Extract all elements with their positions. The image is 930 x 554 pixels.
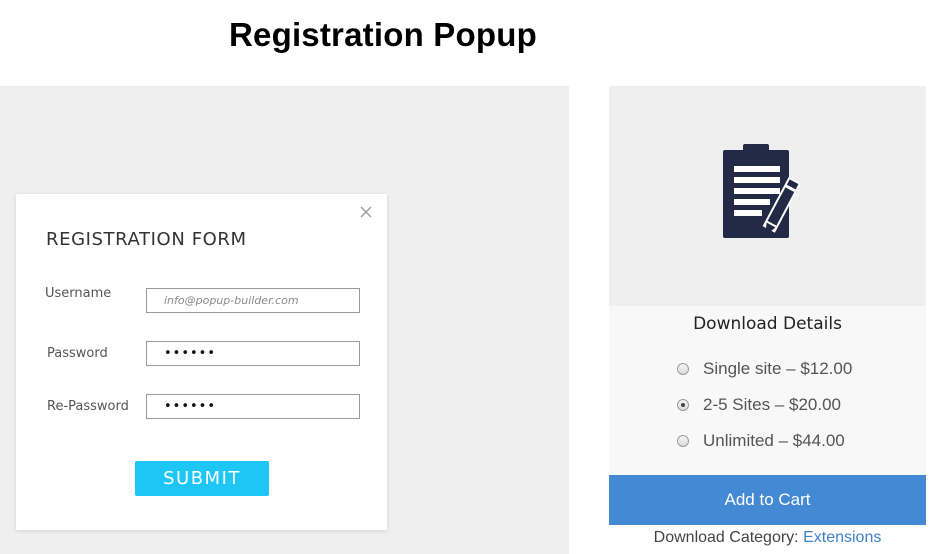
password-input[interactable]: •••••• xyxy=(146,341,360,366)
price-option-label: Unlimited – $44.00 xyxy=(703,431,845,450)
price-option-single-site[interactable]: Single site – $12.00 xyxy=(677,358,852,380)
form-heading: REGISTRATION FORM xyxy=(46,229,247,250)
download-category-label: Download Category: xyxy=(653,529,799,546)
radio-button[interactable] xyxy=(677,363,689,375)
price-option-label: Single site – $12.00 xyxy=(703,359,853,378)
username-placeholder: info@popup-builder.com xyxy=(164,294,299,307)
category-link-extensions[interactable]: Extensions xyxy=(803,529,881,546)
clipboard-pencil-icon xyxy=(723,144,802,238)
repassword-label: Re-Password xyxy=(47,399,129,414)
radio-button-selected[interactable] xyxy=(677,399,689,411)
price-option-2-5-sites[interactable]: 2-5 Sites – $20.00 xyxy=(677,394,841,416)
add-to-cart-button[interactable]: Add to Cart xyxy=(609,475,926,525)
password-label: Password xyxy=(47,346,108,361)
submit-button[interactable]: SUBMIT xyxy=(135,461,269,496)
repassword-input[interactable]: •••••• xyxy=(146,394,360,419)
password-value: •••••• xyxy=(164,346,217,361)
repassword-value: •••••• xyxy=(164,399,217,414)
username-input[interactable]: info@popup-builder.com xyxy=(146,288,360,313)
price-option-unlimited[interactable]: Unlimited – $44.00 xyxy=(677,430,845,452)
close-icon[interactable] xyxy=(359,205,373,219)
page-title: Registration Popup xyxy=(229,16,537,53)
download-details-title: Download Details xyxy=(693,314,842,334)
radio-button[interactable] xyxy=(677,435,689,447)
username-label: Username xyxy=(45,286,112,301)
price-option-label: 2-5 Sites – $20.00 xyxy=(703,395,841,414)
download-category: Download Category: Extensions xyxy=(609,529,926,547)
